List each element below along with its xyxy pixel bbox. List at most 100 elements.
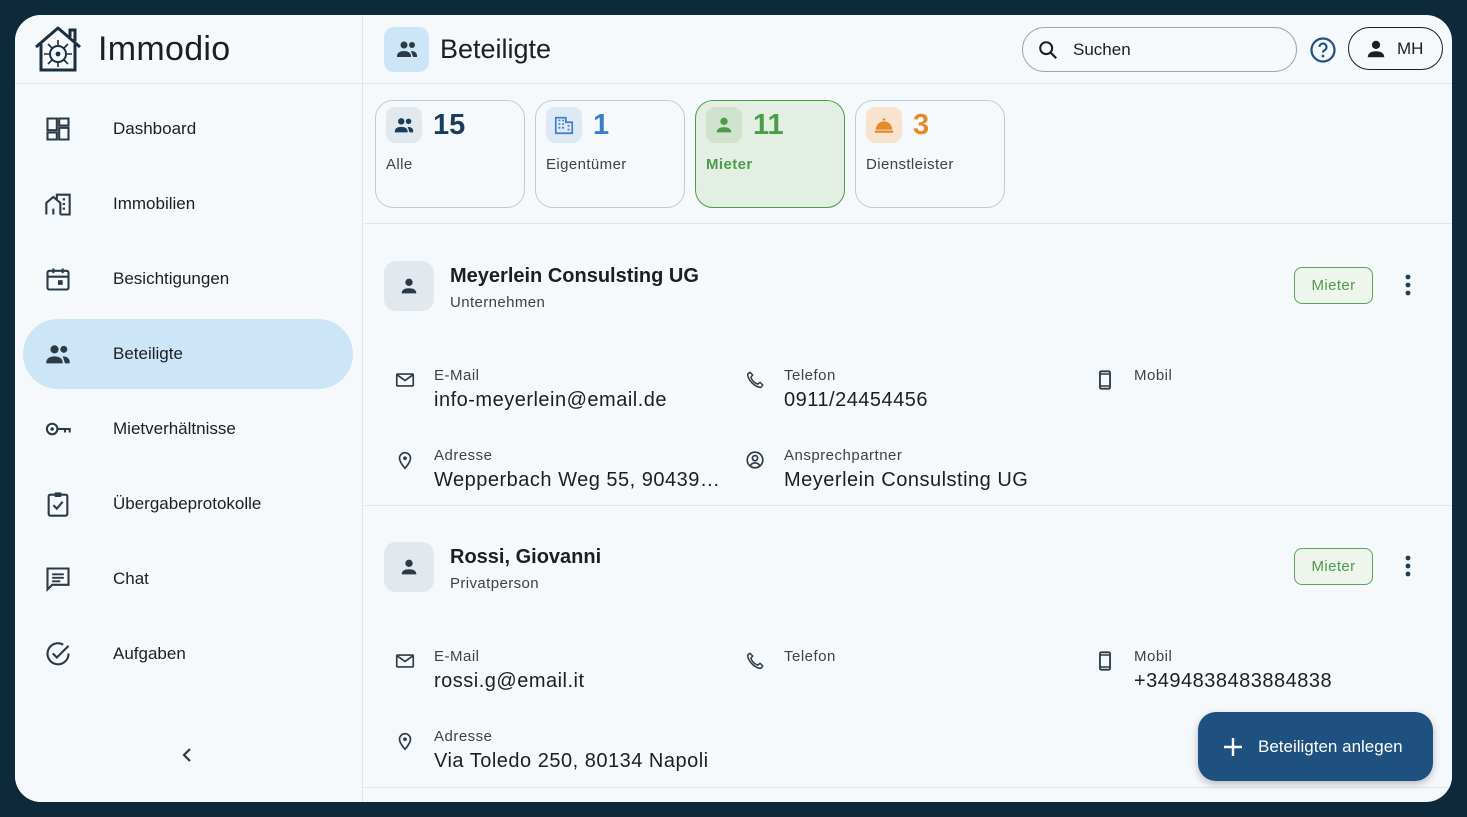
filter-mieter[interactable]: 11 Mieter	[695, 100, 845, 208]
person-icon	[706, 107, 742, 143]
email-value[interactable]: rossi.g@email.it	[434, 670, 585, 693]
office-building-icon	[546, 107, 582, 143]
sidebar-item-label: Besichtigungen	[113, 269, 230, 288]
service-bell-icon	[866, 107, 902, 143]
plus-icon	[1224, 737, 1242, 756]
email-value[interactable]: info-meyerlein@email.de	[434, 389, 667, 412]
location-pin-icon	[398, 451, 412, 470]
field-label: Mobil	[1134, 648, 1173, 665]
filter-count: 1	[593, 108, 610, 141]
app-name: Immodio	[98, 29, 231, 68]
filter-count: 3	[913, 108, 930, 141]
chevron-left-icon	[182, 748, 191, 762]
contact-person-value: Meyerlein Consulsting UG	[784, 469, 1029, 491]
more-vert-icon[interactable]	[1395, 553, 1421, 579]
account-circle-icon	[746, 451, 764, 469]
search-box[interactable]	[1022, 27, 1297, 72]
field-label: E-Mail	[434, 648, 480, 665]
role-filters: 15 Alle 1 Eigentümer 11 Mieter 3 Dienstl…	[364, 85, 1452, 224]
chat-icon	[43, 564, 73, 594]
sidebar-item-label: Übergabeprotokolle	[113, 494, 262, 513]
phone-icon	[746, 371, 764, 389]
smartphone-icon	[1099, 651, 1111, 671]
sidebar-item-mietverhaeltnisse[interactable]: Mietverhältnisse	[23, 394, 353, 464]
app-window: Immodio Dashboard Immobilien Besichtigun…	[15, 15, 1452, 802]
topbar: Beteiligte MH	[364, 15, 1452, 84]
person-icon	[1367, 40, 1385, 57]
person-icon	[401, 559, 417, 575]
sidebar-item-uebergabeprotokolle[interactable]: Übergabeprotokolle	[23, 469, 353, 539]
field-label: Adresse	[434, 447, 493, 464]
role-chip: Mieter	[1294, 267, 1373, 304]
sidebar-item-label: Dashboard	[113, 119, 197, 138]
sidebar-item-dashboard[interactable]: Dashboard	[23, 94, 353, 164]
sidebar-item-beteiligte[interactable]: Beteiligte	[23, 319, 353, 389]
person-type: Privatperson	[450, 575, 540, 592]
avatar	[384, 542, 434, 592]
sidebar-item-immobilien[interactable]: Immobilien	[23, 169, 353, 239]
sidebar-nav: Dashboard Immobilien Besichtigungen Bete…	[23, 94, 353, 694]
sidebar-item-label: Mietverhältnisse	[113, 419, 236, 438]
mobile-value[interactable]: +3494838483884838	[1134, 670, 1332, 693]
user-menu-button[interactable]: MH	[1348, 27, 1443, 70]
filter-label: Dienstleister	[866, 156, 954, 173]
page-icon-badge	[384, 26, 429, 72]
field-label: Telefon	[784, 648, 836, 665]
filter-label: Alle	[386, 156, 413, 173]
filter-label: Eigentümer	[546, 156, 627, 173]
phone-value[interactable]: 0911/24454456	[784, 389, 928, 412]
person-name: Rossi, Giovanni	[450, 546, 602, 568]
brand: Immodio	[15, 15, 362, 84]
clipboard-check-icon	[43, 489, 73, 519]
person-card[interactable]: Meyerlein Consulsting UG Unternehmen Mie…	[364, 225, 1452, 506]
role-chip: Mieter	[1294, 548, 1373, 585]
sidebar-item-chat[interactable]: Chat	[23, 544, 353, 614]
user-initials: MH	[1397, 38, 1424, 58]
key-icon	[43, 414, 73, 444]
filter-alle[interactable]: 15 Alle	[375, 100, 525, 208]
more-vert-icon[interactable]	[1395, 272, 1421, 298]
page-title: Beteiligte	[440, 33, 552, 64]
people-icon	[396, 41, 417, 57]
search-input[interactable]	[1073, 39, 1273, 60]
task-check-icon	[43, 639, 73, 669]
field-label: Adresse	[434, 728, 493, 745]
dashboard-icon	[43, 114, 73, 144]
people-icon	[43, 339, 73, 369]
add-participant-button[interactable]: Beteiligten anlegen	[1198, 712, 1433, 781]
person-icon	[401, 278, 417, 294]
house-logo-icon	[35, 26, 81, 72]
help-icon[interactable]	[1309, 36, 1337, 64]
avatar	[384, 261, 434, 311]
collapse-sidebar-button[interactable]	[173, 741, 201, 769]
sidebar-item-label: Beteiligte	[113, 344, 183, 363]
location-pin-icon	[398, 732, 412, 751]
field-label: E-Mail	[434, 367, 480, 384]
building-icon	[43, 189, 73, 219]
person-type: Unternehmen	[450, 294, 546, 311]
sidebar-item-aufgaben[interactable]: Aufgaben	[23, 619, 353, 689]
field-label: Telefon	[784, 367, 836, 384]
filter-count: 15	[433, 108, 466, 141]
mail-icon	[395, 654, 415, 668]
smartphone-icon	[1099, 370, 1111, 390]
search-icon	[1039, 40, 1058, 59]
filter-label: Mieter	[706, 156, 753, 173]
sidebar-item-label: Aufgaben	[113, 644, 186, 663]
address-value: Wepperbach Weg 55, 90439 …	[434, 469, 724, 491]
address-value: Via Toledo 250, 80134 Napoli	[434, 750, 709, 772]
phone-icon	[746, 652, 764, 670]
calendar-icon	[43, 264, 73, 294]
sidebar-item-besichtigungen[interactable]: Besichtigungen	[23, 244, 353, 314]
filter-count: 11	[753, 108, 784, 141]
add-participant-label: Beteiligten anlegen	[1258, 736, 1403, 756]
sidebar: Immodio Dashboard Immobilien Besichtigun…	[15, 15, 363, 802]
sidebar-item-label: Chat	[113, 569, 149, 588]
field-label: Ansprechpartner	[784, 447, 903, 464]
filter-dienstleister[interactable]: 3 Dienstleister	[855, 100, 1005, 208]
filter-eigentuemer[interactable]: 1 Eigentümer	[535, 100, 685, 208]
person-name: Meyerlein Consulsting UG	[450, 265, 699, 287]
mail-icon	[395, 373, 415, 387]
sidebar-item-label: Immobilien	[113, 194, 196, 213]
field-label: Mobil	[1134, 367, 1173, 384]
